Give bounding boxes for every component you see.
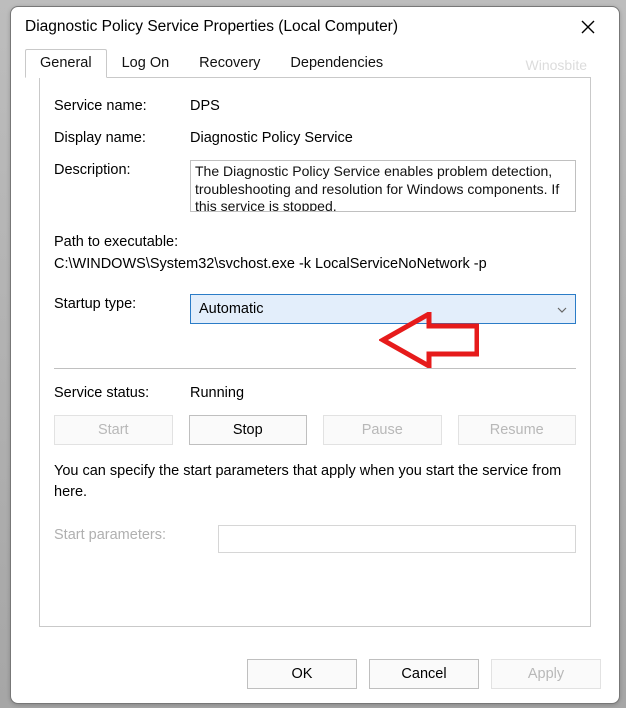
startup-type-label: Startup type: [54,294,190,312]
start-parameters-input [218,525,576,553]
apply-button: Apply [491,659,601,689]
tab-general[interactable]: General [25,49,107,78]
service-name-label: Service name: [54,96,190,114]
ok-button[interactable]: OK [247,659,357,689]
service-status-label: Service status: [54,383,190,401]
chevron-down-icon [557,301,567,317]
close-button[interactable] [571,10,605,44]
tab-log-on[interactable]: Log On [107,49,185,78]
separator [54,368,576,369]
close-icon [581,20,595,34]
path-label: Path to executable: [54,232,576,254]
titlebar: Diagnostic Policy Service Properties (Lo… [11,7,619,47]
properties-dialog: Diagnostic Policy Service Properties (Lo… [10,6,620,704]
tab-recovery[interactable]: Recovery [184,49,275,78]
pause-button: Pause [323,415,442,445]
service-name-value: DPS [190,96,576,114]
description-label: Description: [54,160,190,178]
tab-strip: General Log On Recovery Dependencies Win… [25,47,605,77]
display-name-value: Diagnostic Policy Service [190,128,576,146]
startup-type-select[interactable]: Automatic [190,294,576,324]
start-button: Start [54,415,173,445]
general-panel: Service name: DPS Display name: Diagnost… [39,77,591,627]
start-parameters-label: Start parameters: [54,525,218,543]
service-status-value: Running [190,383,576,401]
dialog-footer: OK Cancel Apply [247,659,601,689]
startup-type-value: Automatic [199,301,263,317]
cancel-button[interactable]: Cancel [369,659,479,689]
path-value: C:\WINDOWS\System32\svchost.exe -k Local… [54,254,576,276]
watermark-text: Winosbite [526,57,605,77]
display-name-label: Display name: [54,128,190,146]
stop-button[interactable]: Stop [189,415,308,445]
window-title: Diagnostic Policy Service Properties (Lo… [25,18,571,36]
description-textbox[interactable]: The Diagnostic Policy Service enables pr… [190,160,576,212]
resume-button: Resume [458,415,577,445]
tab-dependencies[interactable]: Dependencies [275,49,398,78]
help-text: You can specify the start parameters tha… [54,461,576,503]
